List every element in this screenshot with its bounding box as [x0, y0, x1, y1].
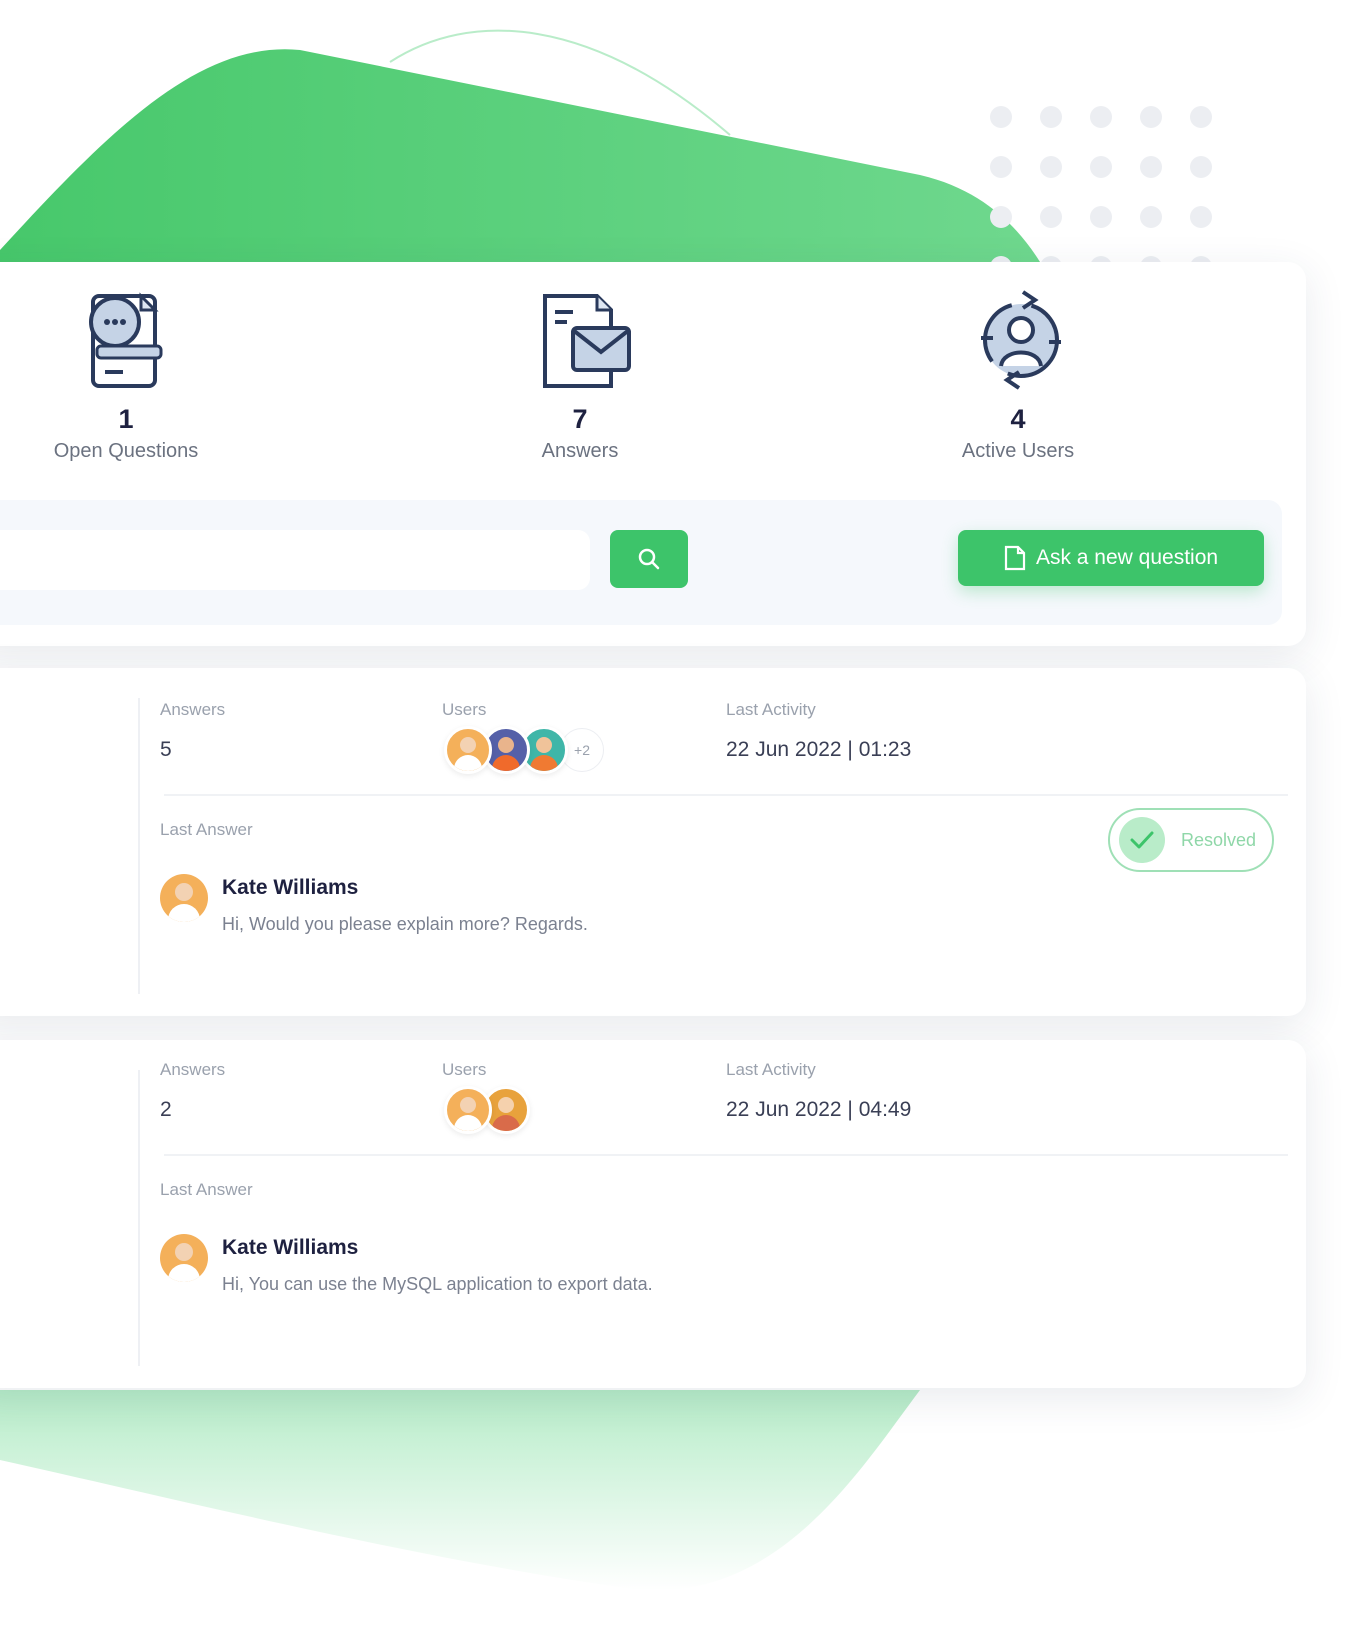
- answers-label: Answers: [160, 1060, 226, 1079]
- answers-label: Answers: [160, 700, 226, 719]
- stat-value: 7: [572, 404, 588, 434]
- avatar: [160, 1234, 208, 1282]
- answer-author: Kate Williams: [222, 876, 359, 899]
- ask-new-question-button[interactable]: Ask a new question: [958, 530, 1264, 586]
- last-activity-label: Last Activity: [726, 700, 816, 719]
- avatar: [160, 874, 208, 922]
- question-card[interactable]: Answers 2 Users Last Activity 22 Jun 202…: [0, 1040, 1306, 1388]
- avatar: [444, 1086, 492, 1134]
- row-divider: [164, 794, 1288, 796]
- answers-envelope-icon: [543, 294, 631, 388]
- green-blob-bottom: [0, 1390, 920, 1591]
- answers-count: 5: [160, 738, 172, 761]
- answer-author: Kate Williams: [222, 1236, 359, 1259]
- resolved-badge[interactable]: Resolved: [1108, 808, 1274, 872]
- answer-text: Hi, You can use the MySQL application to…: [222, 1274, 653, 1294]
- stat-open-questions[interactable]: 1 Open Questions: [16, 284, 236, 463]
- stats-card: 1 Open Questions 7 Answers 4 Active User…: [0, 262, 1306, 646]
- stat-active-users[interactable]: 4 Active Users: [908, 284, 1128, 463]
- answers-count: 2: [160, 1098, 172, 1121]
- stat-value: 1: [118, 404, 134, 434]
- check-icon: [1119, 817, 1165, 863]
- last-activity-value: 22 Jun 2022 | 04:49: [726, 1098, 912, 1121]
- resolved-label: Resolved: [1181, 829, 1257, 850]
- last-answer-label: Last Answer: [160, 820, 253, 839]
- open-questions-icon: [89, 292, 163, 388]
- ask-button-label: Ask a new question: [1035, 546, 1219, 569]
- question-card[interactable]: Answers 5 Users +2 Last Activity 22 Jun …: [0, 668, 1306, 1016]
- last-answer-label: Last Answer: [160, 1180, 253, 1199]
- stat-label: Open Questions: [53, 440, 199, 462]
- search-toolbar: Ask a new question: [0, 500, 1282, 625]
- search-input[interactable]: [0, 530, 590, 590]
- stat-label: Answers: [541, 440, 619, 462]
- avatar: [444, 726, 492, 774]
- document-icon: [1004, 545, 1026, 571]
- user-avatar-group[interactable]: +2: [444, 726, 604, 774]
- active-users-icon: [981, 290, 1061, 390]
- users-label: Users: [442, 1060, 487, 1079]
- search-icon: [638, 548, 660, 570]
- stat-answers[interactable]: 7 Answers: [470, 284, 690, 463]
- search-button[interactable]: [610, 530, 688, 588]
- green-blob-top: [0, 49, 1040, 262]
- last-activity-label: Last Activity: [726, 1060, 816, 1079]
- card-divider: [138, 698, 140, 994]
- card-divider: [138, 1070, 140, 1366]
- answer-text: Hi, Would you please explain more? Regar…: [222, 914, 588, 934]
- last-activity-value: 22 Jun 2022 | 01:23: [726, 738, 912, 761]
- stat-label: Active Users: [961, 440, 1075, 462]
- row-divider: [164, 1154, 1288, 1156]
- user-avatar-group[interactable]: [444, 1086, 530, 1134]
- stat-value: 4: [1010, 404, 1026, 434]
- users-label: Users: [442, 700, 487, 719]
